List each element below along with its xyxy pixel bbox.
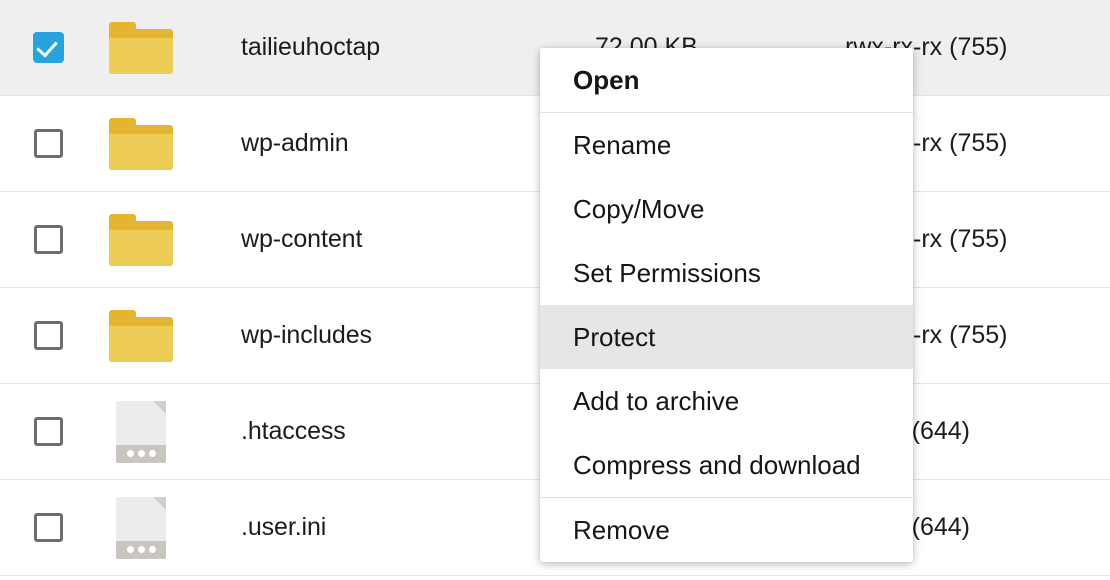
folder-icon <box>109 214 173 266</box>
menu-item-add-to-archive[interactable]: Add to archive <box>540 369 913 433</box>
menu-item-remove[interactable]: Remove <box>540 498 913 562</box>
checkbox-unchecked-icon[interactable] <box>34 417 63 446</box>
file-manager-window: tailieuhoctap72.00 KBrwx-rx-rx (755)wp-a… <box>0 0 1110 580</box>
file-icon <box>116 401 166 463</box>
row-icon-cell <box>96 310 186 362</box>
folder-icon <box>109 118 173 170</box>
checkbox-unchecked-icon[interactable] <box>34 321 63 350</box>
row-select-cell[interactable] <box>0 321 96 350</box>
menu-item-copy-move[interactable]: Copy/Move <box>540 177 913 241</box>
folder-icon <box>109 310 173 362</box>
file-name[interactable]: wp-admin <box>186 129 595 158</box>
row-icon-cell <box>96 401 186 463</box>
menu-item-rename[interactable]: Rename <box>540 113 913 177</box>
menu-item-set-permissions[interactable]: Set Permissions <box>540 241 913 305</box>
file-name[interactable]: tailieuhoctap <box>186 33 595 62</box>
checkbox-unchecked-icon[interactable] <box>34 513 63 542</box>
menu-item-open[interactable]: Open <box>540 48 913 112</box>
row-icon-cell <box>96 118 186 170</box>
menu-item-protect[interactable]: Protect <box>540 305 913 369</box>
file-name[interactable]: .htaccess <box>186 417 595 446</box>
menu-item-compress-and-download[interactable]: Compress and download <box>540 433 913 497</box>
context-menu[interactable]: OpenRenameCopy/MoveSet PermissionsProtec… <box>540 48 913 562</box>
row-icon-cell <box>96 497 186 559</box>
row-select-cell[interactable] <box>0 225 96 254</box>
checkbox-checked-icon[interactable] <box>33 32 64 63</box>
row-select-cell[interactable] <box>0 32 96 63</box>
file-name[interactable]: .user.ini <box>186 513 595 542</box>
file-name[interactable]: wp-content <box>186 225 595 254</box>
row-icon-cell <box>96 214 186 266</box>
folder-icon <box>109 22 173 74</box>
row-select-cell[interactable] <box>0 129 96 158</box>
checkbox-unchecked-icon[interactable] <box>34 225 63 254</box>
row-select-cell[interactable] <box>0 417 96 446</box>
file-name[interactable]: wp-includes <box>186 321 595 350</box>
file-icon <box>116 497 166 559</box>
checkbox-unchecked-icon[interactable] <box>34 129 63 158</box>
row-select-cell[interactable] <box>0 513 96 542</box>
row-icon-cell <box>96 22 186 74</box>
